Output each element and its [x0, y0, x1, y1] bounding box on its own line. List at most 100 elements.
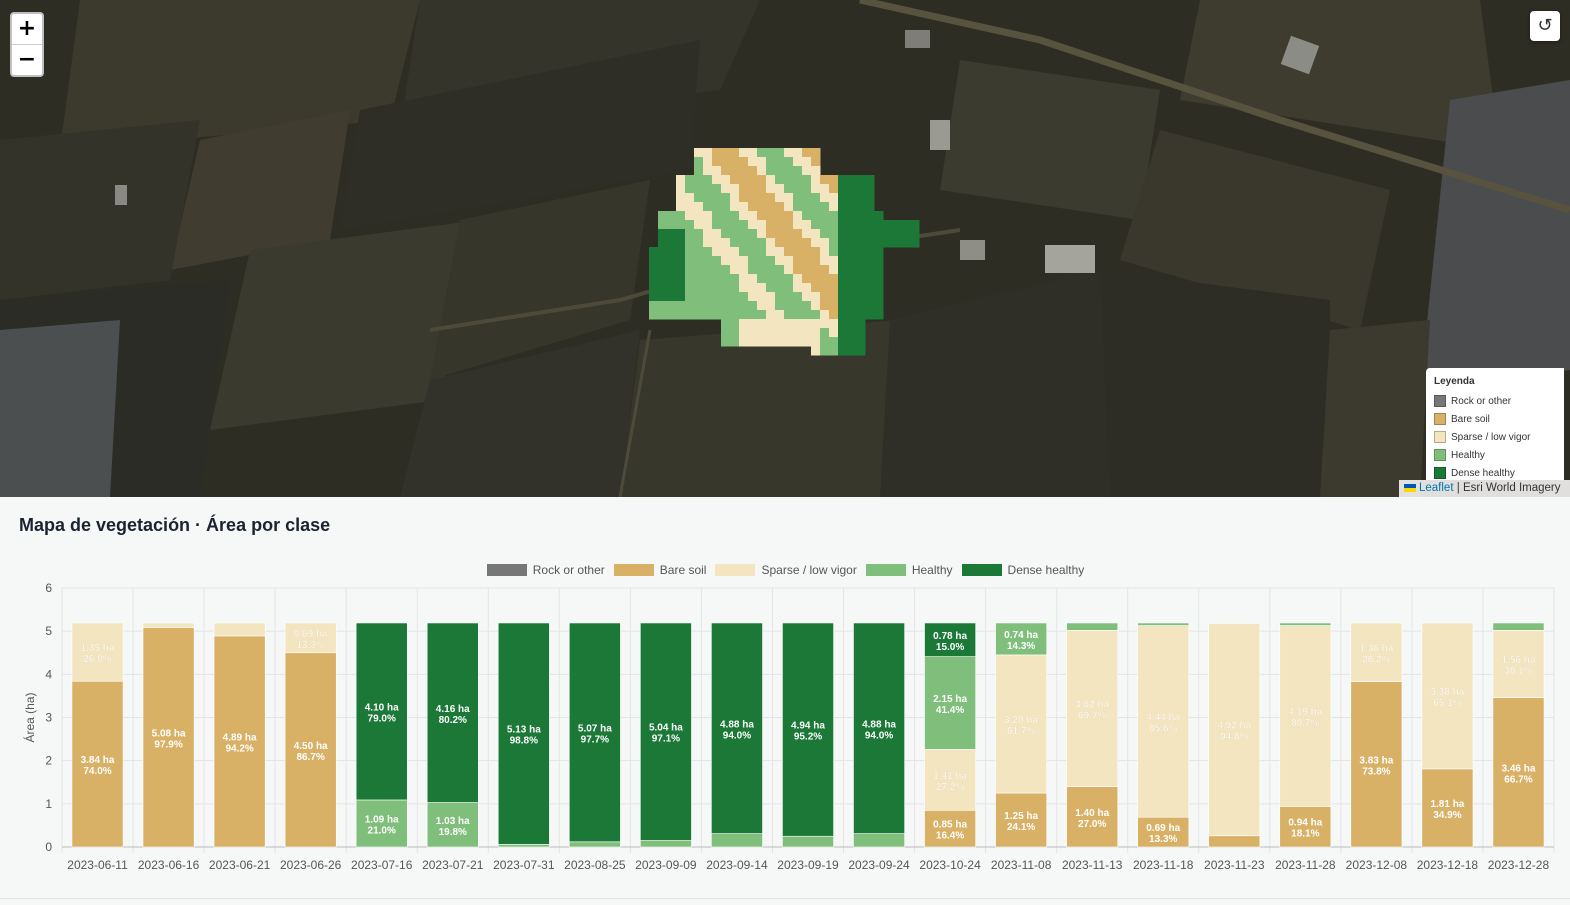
- bar-segment[interactable]: [568, 841, 621, 848]
- ukraine-flag-icon: [1404, 484, 1416, 492]
- vegetation-pixel: [865, 238, 875, 248]
- vegetation-pixel: [856, 346, 866, 356]
- vegetation-pixel: [730, 175, 740, 185]
- vegetation-pixel: [748, 211, 758, 221]
- zoom-in-button[interactable]: +: [12, 14, 42, 45]
- vegetation-pixel: [838, 184, 848, 194]
- vegetation-pixel: [721, 247, 731, 257]
- bar-data-label: 4.19 ha 80.7%: [1288, 707, 1322, 729]
- vegetation-map[interactable]: + − ↺ Leyenda Rock or other Bare soil Sp…: [0, 0, 1570, 497]
- vegetation-pixel: [811, 328, 821, 338]
- vegetation-pixel: [757, 229, 767, 239]
- bar-segment[interactable]: [142, 622, 195, 629]
- vegetation-pixel: [784, 238, 794, 248]
- vegetation-pixel: [766, 229, 776, 239]
- bar-segment[interactable]: [497, 844, 550, 848]
- vegetation-pixel: [676, 211, 686, 221]
- vegetation-pixel: [712, 301, 722, 311]
- reset-view-button[interactable]: ↺: [1530, 11, 1560, 41]
- bar-segment[interactable]: [1208, 835, 1261, 848]
- x-tick-label: 2023-06-16: [138, 858, 200, 872]
- vegetation-pixel: [721, 184, 731, 194]
- vegetation-pixel: [748, 319, 758, 329]
- vegetation-pixel: [739, 283, 749, 293]
- vegetation-pixel: [811, 247, 821, 257]
- vegetation-pixel: [793, 283, 803, 293]
- bar-segment[interactable]: [1279, 622, 1332, 626]
- chart-legend-item[interactable]: Rock or other: [486, 563, 605, 577]
- bar-segment[interactable]: [1137, 622, 1190, 626]
- vegetation-pixel: [757, 184, 767, 194]
- x-tick-label: 2023-12-28: [1488, 858, 1550, 872]
- vegetation-pixel: [775, 265, 785, 275]
- chart-legend-item[interactable]: Healthy: [865, 563, 953, 577]
- vegetation-pixel: [811, 238, 821, 248]
- vegetation-pixel: [703, 238, 713, 248]
- vegetation-pixel: [694, 202, 704, 212]
- leaflet-link[interactable]: Leaflet: [1419, 482, 1454, 494]
- vegetation-pixel: [748, 274, 758, 284]
- vegetation-pixel: [820, 319, 830, 329]
- vegetation-pixel: [721, 256, 731, 266]
- vegetation-pixel: [838, 319, 848, 329]
- vegetation-pixel: [766, 310, 776, 320]
- vegetation-pixel: [829, 238, 839, 248]
- zoom-out-button[interactable]: −: [12, 45, 42, 75]
- bar-segment[interactable]: [640, 840, 692, 848]
- vegetation-pixel: [874, 301, 884, 311]
- vegetation-pixel: [658, 256, 668, 266]
- vegetation-pixel: [865, 193, 875, 203]
- vegetation-pixel: [847, 229, 857, 239]
- vegetation-pixel: [793, 247, 803, 257]
- vegetation-pixel: [658, 229, 668, 239]
- legend-swatch-icon: [1434, 431, 1446, 443]
- chart-legend-item[interactable]: Sparse / low vigor: [715, 563, 857, 577]
- vegetation-pixel: [865, 256, 875, 266]
- legend-swatch-icon: [865, 564, 906, 576]
- bar-segment[interactable]: [1066, 622, 1119, 631]
- vegetation-pixel: [865, 274, 875, 284]
- vegetation-pixel: [739, 337, 749, 347]
- vegetation-pixel: [856, 193, 866, 203]
- vegetation-pixel: [829, 220, 839, 230]
- bar-segment[interactable]: [1492, 622, 1545, 631]
- vegetation-pixel: [757, 274, 767, 284]
- vegetation-pixel: [658, 265, 668, 275]
- vegetation-pixel: [703, 202, 713, 212]
- vegetation-pixel: [694, 220, 704, 230]
- bar-data-label: 4.92 ha 94.8%: [1217, 721, 1251, 743]
- vegetation-pixel: [910, 220, 920, 230]
- vegetation-pixel: [676, 274, 686, 284]
- vegetation-pixel: [820, 328, 830, 338]
- stacked-bar-chart: 0 1 2 3 4 5 6 Área (ha) 2023-06-11 2023-06-16 2023…: [22, 581, 1555, 872]
- chart-legend-item[interactable]: Bare soil: [613, 563, 706, 577]
- vegetation-pixel: [793, 184, 803, 194]
- vegetation-pixel: [793, 238, 803, 248]
- vegetation-pixel: [847, 337, 857, 347]
- vegetation-pixel: [811, 292, 821, 302]
- x-tick-label: 2023-11-23: [1204, 858, 1265, 872]
- vegetation-pixel: [766, 265, 776, 275]
- bar-segment[interactable]: [213, 622, 266, 637]
- vegetation-pixel: [802, 202, 812, 212]
- vegetation-pixel: [685, 220, 695, 230]
- vegetation-pixel: [847, 256, 857, 266]
- vegetation-pixel: [685, 265, 695, 275]
- vegetation-pixel: [775, 337, 785, 347]
- chart-legend-item[interactable]: Dense healthy: [961, 563, 1084, 577]
- vegetation-pixel: [676, 193, 686, 203]
- bar-segment[interactable]: [711, 833, 763, 848]
- bar-segment[interactable]: [853, 833, 905, 848]
- vegetation-pixel: [829, 274, 839, 284]
- vegetation-pixel: [802, 220, 812, 230]
- vegetation-pixel: [712, 256, 722, 266]
- vegetation-pixel: [730, 157, 740, 167]
- vegetation-pixel: [793, 229, 803, 239]
- vegetation-pixel: [802, 328, 812, 338]
- vegetation-pixel: [685, 301, 695, 311]
- vegetation-pixel: [820, 184, 830, 194]
- vegetation-pixel: [703, 157, 713, 167]
- vegetation-pixel: [721, 229, 731, 239]
- bar-segment[interactable]: [782, 835, 834, 848]
- y-tick-label: 6: [45, 581, 52, 595]
